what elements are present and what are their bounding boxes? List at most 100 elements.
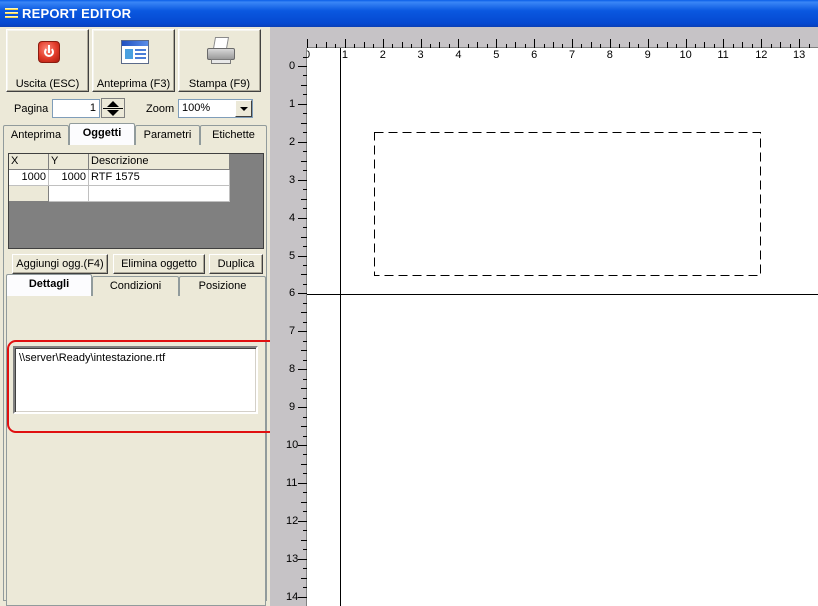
ruler-tick — [345, 39, 346, 48]
ruler-tick — [301, 312, 307, 313]
zoom-label: Zoom — [146, 103, 175, 115]
column-header-x[interactable]: X — [9, 154, 49, 170]
page-spinner[interactable] — [101, 98, 125, 118]
preview-button[interactable]: Anteprima (F3) — [92, 29, 175, 92]
ruler-tick — [477, 42, 478, 48]
column-header-y[interactable]: Y — [49, 154, 89, 170]
ruler-tick — [303, 549, 307, 550]
ruler-tick — [298, 66, 307, 67]
ruler-label-x: 6 — [531, 49, 538, 61]
tab-condizioni[interactable]: Condizioni — [92, 276, 179, 296]
ruler-tick — [298, 559, 307, 560]
page-input[interactable]: 1 — [52, 99, 100, 118]
ruler-label-x: 11 — [717, 49, 729, 61]
zoom-value: 100% — [182, 102, 211, 114]
ruler-tick — [809, 44, 810, 48]
ruler-label-y: 4 — [289, 211, 296, 224]
ruler-tick — [301, 161, 307, 162]
ruler-tick — [373, 44, 374, 48]
add-object-button[interactable]: Aggiungi ogg.(F4) — [12, 254, 108, 274]
table-new-row-cell[interactable] — [9, 186, 49, 202]
duplicate-button[interactable]: Duplica — [209, 254, 263, 274]
ruler-tick — [298, 407, 307, 408]
ruler-label-x: 13 — [793, 49, 806, 61]
tab-oggetti[interactable]: Oggetti — [69, 123, 135, 145]
app-menu-icon[interactable] — [5, 7, 18, 20]
ruler-label-x: 3 — [417, 49, 424, 61]
ruler-label-y: 1 — [289, 97, 296, 110]
power-icon — [38, 41, 60, 63]
ruler-label-y: 0 — [289, 60, 296, 72]
ruler-tick — [487, 44, 488, 48]
ruler-tick — [301, 464, 307, 465]
ruler-tick — [303, 473, 307, 474]
tab-posizione[interactable]: Posizione — [179, 276, 266, 296]
ruler-tick — [600, 44, 601, 48]
ruler-tick — [301, 350, 307, 351]
ruler-tick — [303, 94, 307, 95]
ruler-label-x: 10 — [679, 49, 692, 61]
column-header-descrizione[interactable]: Descrizione — [89, 154, 230, 170]
ruler-tick — [298, 256, 307, 257]
ruler-label-y: 6 — [289, 287, 296, 300]
delete-object-button[interactable]: Elimina oggetto — [113, 254, 205, 274]
ruler-tick — [303, 322, 307, 323]
ruler-label-y: 12 — [286, 514, 299, 527]
table-new-row-cell[interactable] — [49, 186, 89, 202]
tab-anteprima[interactable]: Anteprima — [3, 125, 69, 145]
ruler-tick — [790, 44, 791, 48]
ruler-tick — [591, 42, 592, 48]
ruler-tick — [298, 331, 307, 332]
table-new-row-cell[interactable] — [89, 186, 230, 202]
spin-down-icon[interactable] — [107, 110, 119, 116]
rtf-object-frame[interactable] — [374, 132, 762, 277]
ruler-label-x: 5 — [493, 49, 500, 61]
ruler-tick — [648, 39, 649, 48]
design-canvas[interactable]: 0 1 2 3 4 5 6 7 8 9 10 11 12 13 0 1 2 3 4 5 6 7 8 9 10 11 12 13 14 — [270, 27, 818, 606]
ruler-tick — [771, 44, 772, 48]
vertical-ruler: 0 1 2 3 4 5 6 7 8 9 10 11 12 13 14 — [270, 27, 307, 606]
table-cell-x[interactable]: 1000 — [9, 170, 49, 186]
ruler-tick — [298, 483, 307, 484]
objects-grid[interactable]: X Y Descrizione 1000 1000 RTF 1575 — [8, 153, 264, 249]
printer-icon — [205, 37, 237, 67]
ruler-label-y: 14 — [286, 590, 299, 603]
tab-etichette[interactable]: Etichette — [200, 125, 267, 145]
table-cell-descrizione[interactable]: RTF 1575 — [89, 170, 230, 186]
preview-button-label: Anteprima (F3) — [96, 78, 171, 90]
tab-dettagli[interactable]: Dettagli — [6, 274, 92, 296]
ruler-label-y: 11 — [286, 476, 298, 489]
ruler-tick — [610, 39, 611, 48]
ruler-tick — [335, 44, 336, 48]
ruler-tick — [742, 42, 743, 48]
ruler-tick — [515, 42, 516, 48]
ruler-tick — [723, 39, 724, 48]
ruler-tick — [619, 44, 620, 48]
tab-parametri[interactable]: Parametri — [135, 125, 200, 145]
ruler-tick — [411, 44, 412, 48]
highlight-annotation — [7, 340, 281, 433]
table-cell-y[interactable]: 1000 — [49, 170, 89, 186]
print-button[interactable]: Stampa (F9) — [178, 29, 261, 92]
spin-up-icon[interactable] — [107, 101, 119, 107]
ruler-tick — [301, 540, 307, 541]
horizontal-ruler: 0 1 2 3 4 5 6 7 8 9 10 11 12 13 — [270, 27, 818, 61]
ruler-tick — [303, 417, 307, 418]
ruler-tick — [301, 274, 307, 275]
page-label: Pagina — [14, 103, 49, 115]
ruler-tick — [303, 360, 307, 361]
ruler-tick — [303, 265, 307, 266]
ruler-tick — [303, 75, 307, 76]
ruler-tick — [301, 199, 307, 200]
ruler-tick — [298, 293, 307, 294]
ruler-tick — [303, 530, 307, 531]
ruler-label-x: 4 — [455, 49, 462, 61]
ruler-tick — [733, 44, 734, 48]
exit-button[interactable]: Uscita (ESC) — [6, 29, 89, 92]
ruler-label-y: 5 — [289, 249, 296, 262]
ruler-tick — [761, 39, 762, 48]
ruler-tick — [303, 113, 307, 114]
ruler-tick — [752, 44, 753, 48]
zoom-dropdown-icon[interactable] — [235, 100, 252, 117]
ruler-tick — [303, 227, 307, 228]
